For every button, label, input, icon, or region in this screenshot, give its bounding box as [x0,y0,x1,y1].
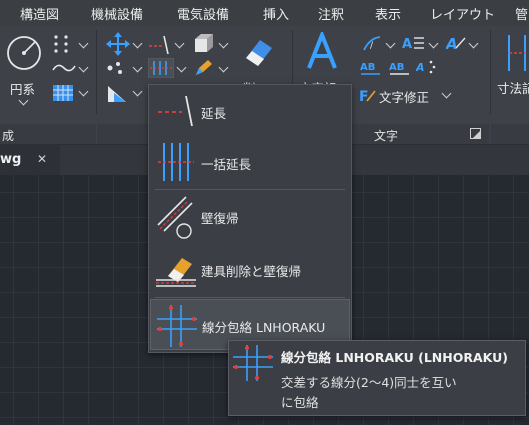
extend-icon [158,95,193,127]
extend-dropdown-menu: 延長 一括延長 壁復帰 建具削除と壁復帰 線分包絡 LNHORAKU [148,84,352,353]
svg-text:AB: AB [360,62,375,73]
svg-text:/: / [370,41,374,51]
menu-tab-annotate[interactable]: 注釈 [318,4,344,23]
text-edit-label[interactable]: 文字修正 [379,87,429,106]
svg-text:F: F [359,89,369,104]
text-ab-1-icon[interactable]: AB [360,58,382,78]
menu-tab-structure[interactable]: 構造図 [20,4,59,23]
menu-item-extend[interactable]: 延長 [150,86,350,137]
menu-tab-electrical[interactable]: 電気設備 [177,4,229,23]
menu-tab-layout[interactable]: レイアウト [430,4,495,23]
menu-item-delete-fitting-restore[interactable]: 建具削除と壁復帰 [150,244,350,295]
delete-fitting-icon [156,258,196,287]
batch-extend-icon[interactable] [148,58,174,78]
svg-text:A: A [416,61,425,74]
menu-tab-insert[interactable]: 挿入 [263,4,289,23]
text-edit-icon[interactable]: F [358,86,376,104]
document-tab[interactable]: wg ✕ [0,145,60,175]
tooltip-title: 線分包絡 LNHORAKU (LNHORAKU) [281,350,508,365]
menu-item-label: 延長 [201,106,227,121]
close-icon[interactable]: ✕ [37,152,47,166]
text-style-icon[interactable]: A [446,34,466,52]
tooltip-desc-line1: 交差する線分(2～4)同士を互い [281,375,457,390]
dot-grid-icon[interactable] [52,33,74,55]
wave-line-icon[interactable] [52,60,76,76]
ribbon-footer-draw [0,124,96,144]
draw-footer-label: 成 [2,129,15,143]
menu-tab-view[interactable]: 表示 [375,4,401,23]
text-footer-label: 文字 [374,129,399,143]
menu-item-label: 線分包絡 LNHORAKU [202,320,326,335]
extend-line-icon[interactable] [148,34,172,56]
text-ab-3-icon[interactable]: A [416,58,438,78]
dialog-launcher-icon[interactable] [470,128,481,139]
box-3d-icon[interactable] [193,32,215,54]
dots-icon[interactable] [106,60,126,76]
svg-text:A: A [402,37,412,52]
menu-tab-more[interactable]: 管 [515,4,528,23]
text-a-icon[interactable] [305,32,339,72]
menu-divider [155,189,345,190]
batch-extend-icon [158,143,194,181]
text-ab-2-icon[interactable]: AB [389,58,411,78]
menu-item-wall-restore[interactable]: 壁復帰 [150,191,350,242]
line-envelope-icon [157,305,197,347]
eraser-icon[interactable] [242,34,274,68]
dimension-label[interactable]: 寸法記 [497,78,529,97]
circle-tool-icon[interactable] [4,33,44,73]
ribbon-separator [96,30,97,114]
menu-item-label: 建具削除と壁復帰 [201,264,302,279]
menu-bar: 構造図 機械設備 電気設備 挿入 注釈 表示 レイアウト 管 [0,0,529,26]
ribbon-separator [490,30,491,114]
menu-item-batch-extend[interactable]: 一括延長 [150,137,350,188]
menu-divider [155,297,345,298]
pen-edit-icon[interactable] [193,58,215,78]
tooltip-desc-line2: に包絡 [281,395,319,410]
hatch-grid-icon[interactable] [52,84,74,102]
document-tab-name: wg [0,152,22,167]
wall-restore-icon [157,196,193,239]
command-tooltip: 線分包絡 LNHORAKU (LNHORAKU) 交差する線分(2～4)同士を互… [228,340,526,416]
menu-item-label: 一括延長 [201,157,252,172]
line-envelope-icon [233,345,273,381]
menu-tab-mechanical[interactable]: 機械設備 [91,4,143,23]
ribbon-footer-dim [491,124,529,144]
menu-item-label: 壁復帰 [201,211,239,226]
dimension-icon[interactable] [505,33,529,73]
text-align-icon[interactable]: A [402,34,426,52]
svg-text:AB: AB [389,62,404,73]
move-icon[interactable] [106,32,130,56]
text-tool-1-icon[interactable]: / [362,34,382,54]
svg-text:A: A [446,35,458,52]
triangle-icon[interactable] [106,84,128,104]
